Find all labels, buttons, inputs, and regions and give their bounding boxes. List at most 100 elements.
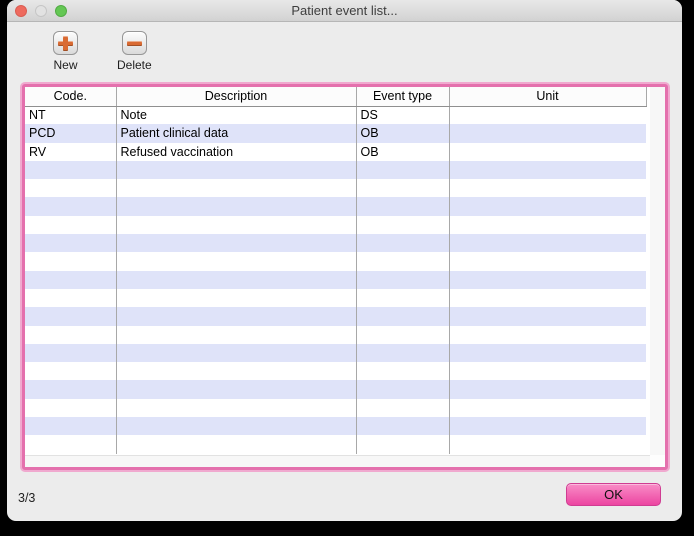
cell-description — [116, 161, 356, 179]
cell-event_type — [356, 289, 449, 307]
cell-code — [25, 344, 116, 362]
ok-button[interactable]: OK — [566, 483, 661, 506]
cell-event_type — [356, 435, 449, 453]
cell-event_type: OB — [356, 124, 449, 142]
cell-unit — [449, 197, 646, 215]
delete-button[interactable]: Delete — [117, 31, 152, 72]
dialog-window: Patient event list... New Delete — [7, 0, 682, 521]
table-row-empty — [25, 179, 646, 197]
cell-code — [25, 271, 116, 289]
table-row[interactable]: RVRefused vaccinationOB — [25, 143, 646, 161]
cell-description — [116, 344, 356, 362]
cell-unit — [449, 307, 646, 325]
table-row-empty — [25, 326, 646, 344]
column-header-event_type[interactable]: Event type — [356, 87, 449, 106]
cell-unit — [449, 380, 646, 398]
table-row-empty — [25, 161, 646, 179]
cell-code — [25, 417, 116, 435]
cell-description — [116, 289, 356, 307]
cell-unit — [449, 399, 646, 417]
vertical-scrollbar[interactable] — [650, 87, 665, 455]
table-row-empty — [25, 435, 646, 453]
cell-code — [25, 197, 116, 215]
cell-unit — [449, 289, 646, 307]
table-row[interactable]: NTNoteDS — [25, 106, 646, 124]
cell-unit — [449, 124, 646, 142]
cell-event_type — [356, 399, 449, 417]
patient-event-list: Code.DescriptionEvent typeUnit NTNoteDSP… — [22, 84, 668, 470]
cell-event_type — [356, 161, 449, 179]
column-header-description[interactable]: Description — [116, 87, 356, 106]
cell-unit — [449, 362, 646, 380]
cell-event_type: OB — [356, 143, 449, 161]
row-count: 3/3 — [18, 491, 35, 505]
cell-description — [116, 380, 356, 398]
cell-event_type — [356, 344, 449, 362]
cell-code — [25, 161, 116, 179]
cell-code — [25, 289, 116, 307]
cell-unit — [449, 234, 646, 252]
cell-event_type — [356, 380, 449, 398]
cell-description — [116, 435, 356, 453]
table-row-empty — [25, 307, 646, 325]
new-button[interactable]: New — [53, 31, 78, 72]
cell-description — [116, 216, 356, 234]
cell-description: Patient clinical data — [116, 124, 356, 142]
cell-code — [25, 307, 116, 325]
column-header-code[interactable]: Code. — [25, 87, 116, 106]
cell-unit — [449, 326, 646, 344]
cell-event_type: DS — [356, 106, 449, 124]
table-row[interactable]: PCDPatient clinical dataOB — [25, 124, 646, 142]
cell-event_type — [356, 216, 449, 234]
cell-description — [116, 252, 356, 270]
close-icon[interactable] — [15, 5, 27, 17]
table-row-empty — [25, 362, 646, 380]
cell-event_type — [356, 326, 449, 344]
cell-code — [25, 399, 116, 417]
cell-unit — [449, 216, 646, 234]
screen-background: Patient event list... New Delete — [0, 0, 694, 536]
cell-unit — [449, 344, 646, 362]
event-table: Code.DescriptionEvent typeUnit NTNoteDSP… — [25, 87, 647, 454]
cell-description — [116, 326, 356, 344]
window-title: Patient event list... — [7, 0, 682, 22]
cell-description — [116, 307, 356, 325]
table-row-empty — [25, 417, 646, 435]
cell-description — [116, 197, 356, 215]
cell-description — [116, 179, 356, 197]
horizontal-scrollbar[interactable] — [25, 455, 650, 467]
cell-description — [116, 417, 356, 435]
table-row-empty — [25, 271, 646, 289]
column-header-unit[interactable]: Unit — [449, 87, 646, 106]
delete-button-label: Delete — [117, 58, 152, 72]
minus-icon — [122, 31, 147, 55]
scrollbar-corner — [650, 455, 665, 467]
minimize-icon[interactable] — [35, 5, 47, 17]
table-header-row: Code.DescriptionEvent typeUnit — [25, 87, 646, 106]
cell-code — [25, 252, 116, 270]
cell-unit — [449, 161, 646, 179]
cell-code — [25, 234, 116, 252]
cell-description: Refused vaccination — [116, 143, 356, 161]
cell-code: RV — [25, 143, 116, 161]
cell-event_type — [356, 417, 449, 435]
cell-unit — [449, 435, 646, 453]
cell-description — [116, 362, 356, 380]
cell-description — [116, 271, 356, 289]
new-button-label: New — [53, 58, 77, 72]
zoom-icon[interactable] — [55, 5, 67, 17]
cell-code — [25, 179, 116, 197]
list-inner: Code.DescriptionEvent typeUnit NTNoteDSP… — [25, 87, 665, 467]
cell-unit — [449, 179, 646, 197]
cell-code: NT — [25, 106, 116, 124]
cell-event_type — [356, 197, 449, 215]
cell-event_type — [356, 271, 449, 289]
cell-description — [116, 399, 356, 417]
cell-code — [25, 326, 116, 344]
cell-event_type — [356, 252, 449, 270]
cell-code — [25, 216, 116, 234]
cell-event_type — [356, 179, 449, 197]
cell-unit — [449, 106, 646, 124]
plus-icon — [53, 31, 78, 55]
cell-code — [25, 362, 116, 380]
